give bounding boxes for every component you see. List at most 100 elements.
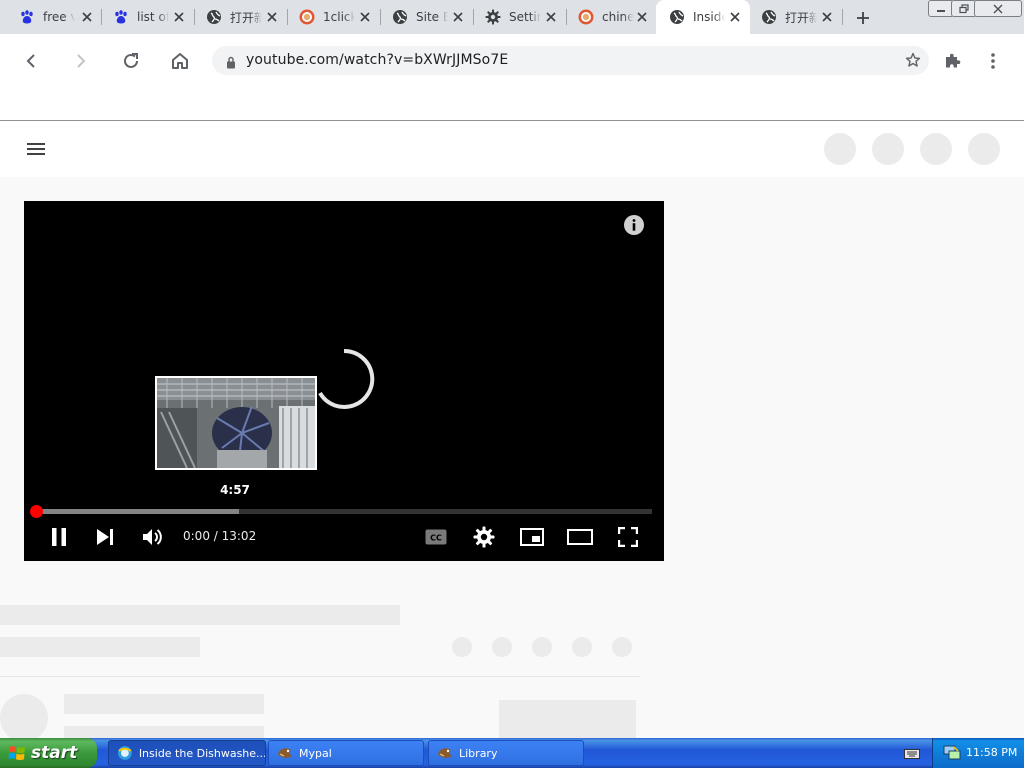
- baidu-paw-icon: [19, 9, 35, 25]
- taskbar-item-label: Library: [459, 746, 498, 760]
- network-status-icon[interactable]: [943, 745, 961, 765]
- plus-icon: [857, 12, 869, 24]
- tab-list-of[interactable]: list of: [100, 0, 194, 34]
- fullscreen-icon: [618, 527, 638, 547]
- address-bar[interactable]: youtube.com/watch?v=bXWrJJMSo7E: [212, 46, 929, 75]
- tab-settings[interactable]: Settin: [472, 0, 566, 34]
- header-placeholder-button: [920, 133, 952, 165]
- seek-preview-time: 4:57: [220, 483, 250, 497]
- miniplayer-button[interactable]: [518, 521, 546, 553]
- tab-title: 打开新: [230, 10, 262, 25]
- views-skeleton: [0, 637, 200, 657]
- extensions-button[interactable]: [936, 45, 968, 77]
- reload-button[interactable]: [115, 45, 147, 77]
- close-icon[interactable]: [451, 10, 465, 24]
- close-window-button[interactable]: [974, 0, 1022, 17]
- header-placeholder-button: [872, 133, 904, 165]
- tab-title: 1click: [323, 10, 355, 24]
- subscribe-skeleton: [499, 700, 636, 738]
- tab-title: Inside: [693, 10, 725, 24]
- gear-icon: [473, 526, 495, 548]
- close-icon[interactable]: [635, 10, 649, 24]
- taskbar-item-mypal[interactable]: Mypal: [268, 740, 424, 766]
- tab-chinese[interactable]: chines: [565, 0, 657, 34]
- description-divider: [0, 676, 640, 677]
- lock-icon[interactable]: [226, 54, 236, 73]
- closed-captions-icon: CC: [425, 529, 447, 545]
- tab-1click[interactable]: 1click: [286, 0, 380, 34]
- channel-avatar-skeleton: [0, 694, 48, 742]
- action-skeleton: [532, 637, 552, 657]
- time-display: 0:00 / 13:02: [183, 529, 257, 543]
- next-button[interactable]: [91, 521, 119, 553]
- windows-taskbar: start Inside the Dishwashe... Mypal Libr…: [0, 738, 1024, 768]
- forward-button[interactable]: [65, 45, 97, 77]
- bookmark-star-icon[interactable]: [905, 52, 921, 72]
- globe-icon: [669, 9, 685, 25]
- url-text[interactable]: youtube.com/watch?v=bXWrJJMSo7E: [246, 52, 508, 68]
- home-button[interactable]: [164, 45, 196, 77]
- mypal-app-icon: [278, 748, 292, 758]
- taskbar-item-label: Mypal: [299, 746, 332, 760]
- subtitles-button[interactable]: CC: [422, 521, 450, 553]
- fullscreen-button[interactable]: [614, 521, 642, 553]
- close-icon[interactable]: [820, 10, 834, 24]
- tab-title: list of: [137, 10, 169, 24]
- browser-toolbar: youtube.com/watch?v=bXWrJJMSo7E: [0, 34, 1024, 88]
- browser-menu-button[interactable]: [977, 45, 1009, 77]
- info-icon[interactable]: [624, 215, 644, 239]
- progress-bar[interactable]: [36, 509, 652, 514]
- theater-mode-icon: [567, 529, 593, 545]
- minimize-icon: [937, 9, 945, 12]
- back-button[interactable]: [15, 45, 47, 77]
- tab-strip: free v list of 打开新 1click Site Bl: [0, 0, 1024, 34]
- mute-button[interactable]: [138, 521, 168, 553]
- action-skeleton: [572, 637, 592, 657]
- globe-icon: [761, 9, 777, 25]
- tab-new-tab-cn-2[interactable]: 打开新: [748, 0, 842, 34]
- volume-icon: [143, 529, 162, 545]
- header-placeholder-button: [824, 133, 856, 165]
- close-icon[interactable]: [544, 10, 558, 24]
- taskbar-item-label: Inside the Dishwashe...: [138, 746, 265, 760]
- tab-new-tab-cn[interactable]: 打开新: [193, 0, 287, 34]
- browser-app-icon: [117, 746, 132, 760]
- tab-inside-active[interactable]: Inside: [656, 0, 750, 34]
- tab-title: Site Bl: [416, 10, 448, 24]
- back-arrow-icon: [26, 54, 35, 68]
- close-icon: [993, 4, 1003, 13]
- start-button[interactable]: start: [0, 738, 97, 768]
- action-skeleton: [492, 637, 512, 657]
- tab-title: Settin: [509, 10, 541, 24]
- channel-name-skeleton: [64, 694, 264, 714]
- globe-icon: [392, 9, 408, 25]
- guide-menu-button[interactable]: [24, 137, 48, 161]
- tab-title: chines: [602, 10, 634, 24]
- taskbar-clock[interactable]: 11:58 PM: [966, 746, 1017, 759]
- close-icon[interactable]: [358, 10, 372, 24]
- keyboard-layout-icon[interactable]: [904, 746, 920, 760]
- video-player[interactable]: 4:57 0:00 / 13:02 CC: [24, 201, 664, 561]
- theater-mode-button[interactable]: [565, 521, 595, 553]
- close-icon[interactable]: [265, 10, 279, 24]
- tab-separator: [842, 9, 843, 25]
- close-icon[interactable]: [728, 10, 742, 24]
- pause-button[interactable]: [45, 521, 73, 553]
- youtube-header: [0, 121, 1024, 177]
- close-icon[interactable]: [80, 10, 94, 24]
- close-icon[interactable]: [172, 10, 186, 24]
- svg-text:CC: CC: [430, 534, 442, 543]
- taskbar-item-video[interactable]: Inside the Dishwashe...: [108, 740, 266, 766]
- progress-scrubber-handle[interactable]: [30, 505, 43, 518]
- gear-icon: [485, 9, 501, 25]
- tab-free-v[interactable]: free v: [6, 0, 102, 34]
- title-skeleton: [0, 605, 400, 625]
- restore-icon: [959, 3, 969, 13]
- tab-site-bl[interactable]: Site Bl: [379, 0, 473, 34]
- taskbar-item-library[interactable]: Library: [428, 740, 584, 766]
- home-icon: [172, 53, 188, 69]
- new-tab-button[interactable]: [852, 7, 874, 29]
- settings-button[interactable]: [470, 521, 498, 553]
- baidu-paw-icon: [113, 9, 129, 25]
- duckduckgo-icon: [578, 9, 594, 25]
